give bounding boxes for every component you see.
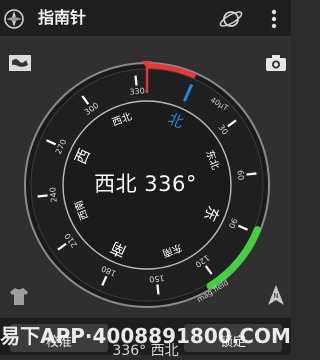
dial-tick (134, 75, 138, 86)
svg-text:N: N (273, 292, 278, 300)
dial-tick (156, 284, 160, 295)
shirt-icon[interactable] (8, 286, 30, 306)
camera-icon[interactable] (264, 53, 288, 73)
planet-icon[interactable] (218, 6, 244, 32)
app-title: 指南针 (38, 8, 87, 27)
degree-label: 330 (129, 86, 145, 97)
map-icon[interactable] (8, 53, 32, 73)
north-arrow-icon[interactable]: N (266, 284, 286, 306)
degree-label: 150 (149, 273, 165, 284)
heading-readout: 西北 336° (94, 172, 197, 196)
compass-app-icon (4, 9, 24, 29)
watermark: 易下APP·4008891800.COM (0, 324, 291, 348)
overflow-menu-icon[interactable] (266, 8, 282, 30)
